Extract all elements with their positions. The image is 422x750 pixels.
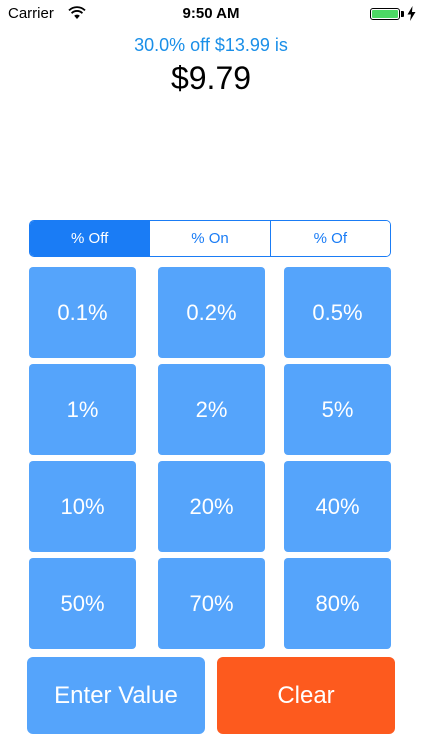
- percent-button-50[interactable]: 50%: [29, 558, 136, 649]
- percent-button-0-2[interactable]: 0.2%: [158, 267, 265, 358]
- percent-button-0-1[interactable]: 0.1%: [29, 267, 136, 358]
- percent-button-0-5[interactable]: 0.5%: [284, 267, 391, 358]
- percent-button-70[interactable]: 70%: [158, 558, 265, 649]
- percent-button-10[interactable]: 10%: [29, 461, 136, 552]
- clear-button[interactable]: Clear: [217, 657, 395, 734]
- mode-segmented-control: % Off % On % Of: [29, 220, 391, 257]
- clock: 9:50 AM: [182, 5, 240, 22]
- battery-icon: [370, 8, 400, 20]
- result-value: $9.79: [170, 60, 252, 96]
- percent-button-5[interactable]: 5%: [284, 364, 391, 455]
- charging-bolt-icon: [407, 6, 416, 21]
- percent-button-40[interactable]: 40%: [284, 461, 391, 552]
- status-bar: Carrier 9:50 AM: [0, 0, 422, 28]
- segment-percent-on[interactable]: % On: [149, 221, 270, 256]
- result-summary: 30.0% off $13.99 is: [134, 35, 288, 55]
- segment-percent-off[interactable]: % Off: [30, 221, 150, 256]
- percent-button-1[interactable]: 1%: [29, 364, 136, 455]
- battery-tip: [401, 11, 404, 17]
- percent-button-2[interactable]: 2%: [158, 364, 265, 455]
- percent-button-20[interactable]: 20%: [158, 461, 265, 552]
- segment-percent-of[interactable]: % Of: [269, 221, 390, 256]
- percent-button-80[interactable]: 80%: [284, 558, 391, 649]
- enter-value-button[interactable]: Enter Value: [27, 657, 205, 734]
